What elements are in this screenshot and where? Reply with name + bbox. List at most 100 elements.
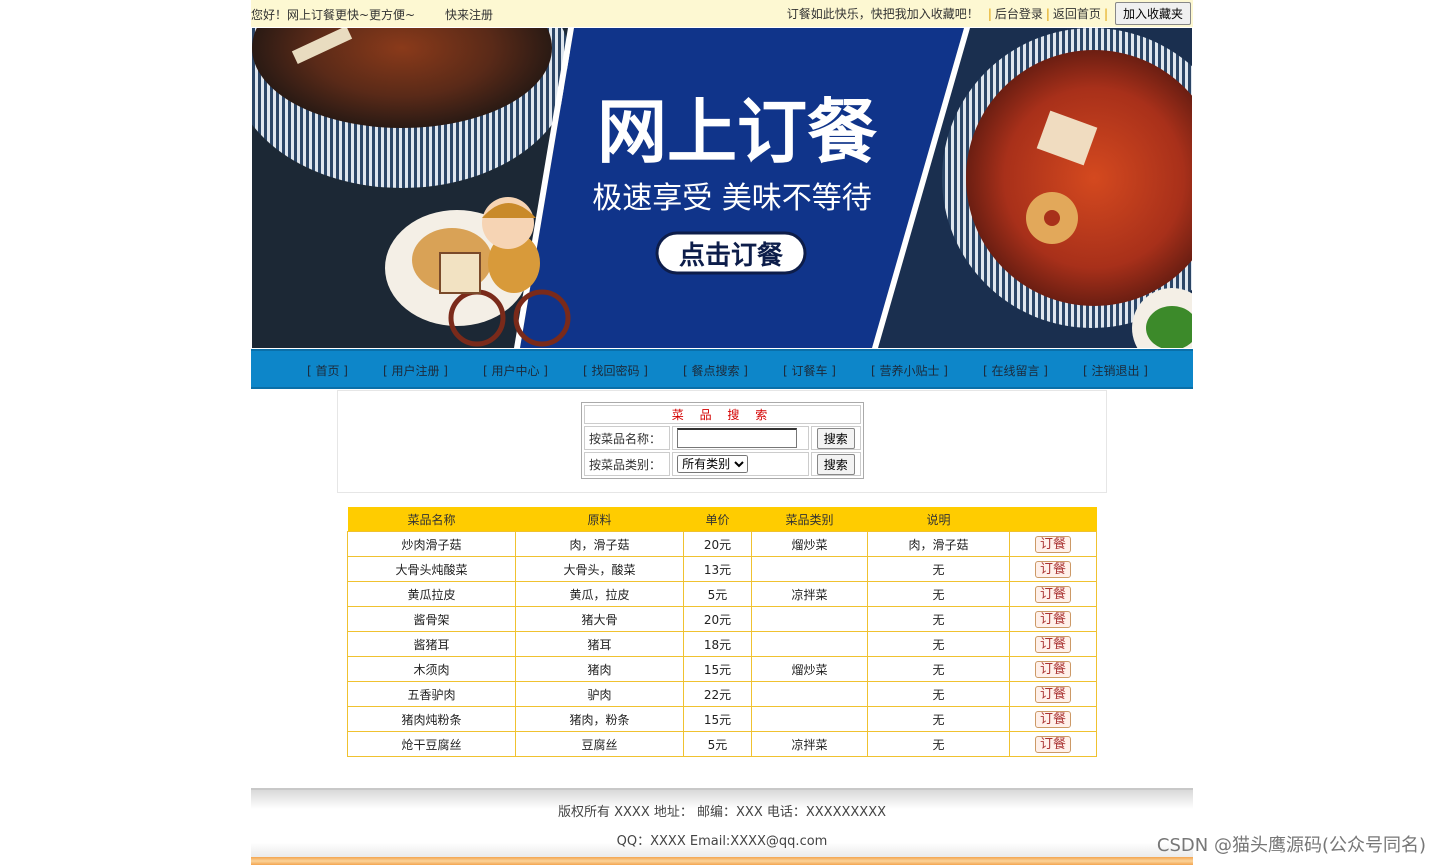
dish-description: 无 [867, 681, 1010, 707]
search-by-category-button[interactable]: 搜索 [816, 453, 855, 475]
footer: 版权所有 XXXX 地址： 邮编：XXX 电话：XXXXXXXXX QQ：XXX… [251, 788, 1193, 865]
order-button[interactable]: 订餐 [1034, 685, 1071, 703]
dish-category [751, 606, 868, 632]
col-category: 菜品类别 [751, 507, 868, 532]
dish-category [751, 706, 868, 732]
table-row: 炒肉滑子菇 肉，滑子菇 20元 熘炒菜 肉，滑子菇 订餐 [347, 531, 1097, 557]
dish-name: 黄瓜拉皮 [347, 581, 516, 607]
search-title: 菜 品 搜 索 [584, 405, 861, 424]
table-row: 酱骨架 猪大骨 20元 无 订餐 [347, 606, 1097, 632]
table-row: 大骨头炖酸菜 大骨头，酸菜 13元 无 订餐 [347, 556, 1097, 582]
category-label: 按菜品类别： [584, 452, 671, 476]
col-name: 菜品名称 [347, 507, 516, 532]
dish-name: 炝干豆腐丝 [347, 731, 516, 757]
order-cell: 订餐 [1009, 556, 1097, 582]
order-cell: 订餐 [1009, 631, 1097, 657]
table-row: 炝干豆腐丝 豆腐丝 5元 凉拌菜无 订餐 [347, 731, 1097, 757]
name-label: 按菜品名称： [584, 426, 671, 450]
banner-image: 网上订餐 极速享受 美味不等待 点击订餐 [252, 28, 1192, 348]
order-button[interactable]: 订餐 [1034, 710, 1071, 728]
dish-description: 无 [867, 631, 1010, 657]
dish-description: 无 [867, 706, 1010, 732]
nav-meal-search[interactable]: [ 餐点搜索 ] [683, 362, 748, 379]
col-ingredients: 原料 [515, 507, 684, 532]
dish-name: 炒肉滑子菇 [347, 531, 516, 557]
col-description: 说明 [867, 507, 1010, 532]
order-cell: 订餐 [1009, 731, 1097, 757]
order-button[interactable]: 订餐 [1034, 660, 1071, 678]
order-button[interactable]: 订餐 [1034, 635, 1071, 653]
dish-category: 凉拌菜 [751, 731, 868, 757]
dish-price: 22元 [683, 681, 752, 707]
nav-cart[interactable]: [ 订餐车 ] [783, 362, 836, 379]
order-button[interactable]: 订餐 [1034, 735, 1071, 753]
dish-category [751, 631, 868, 657]
nav-home[interactable]: [ 首页 ] [307, 362, 348, 379]
dish-description: 肉，滑子菇 [867, 531, 1010, 557]
banner: 网上订餐 极速享受 美味不等待 点击订餐 [252, 28, 1192, 348]
dish-name-input[interactable] [677, 428, 798, 448]
dish-price: 18元 [683, 631, 752, 657]
dish-price: 20元 [683, 606, 752, 632]
dish-category: 凉拌菜 [751, 581, 868, 607]
nav-nutrition-tips[interactable]: [ 营养小贴士 ] [871, 362, 948, 379]
greeting-text: 您好！网上订餐更快~更方便~ [251, 8, 416, 22]
dish-ingredients: 黄瓜，拉皮 [515, 581, 684, 607]
top-bar: 您好！网上订餐更快~更方便~ 快来注册 订餐如此快乐，快把我加入收藏吧！ | 后… [251, 0, 1193, 27]
col-action [1009, 507, 1097, 532]
banner-cta[interactable]: 点击订餐 [679, 240, 784, 271]
order-button[interactable]: 订餐 [1034, 560, 1071, 578]
home-link[interactable]: 返回首页 [1053, 5, 1101, 22]
dish-category: 熘炒菜 [751, 531, 868, 557]
dish-price: 15元 [683, 706, 752, 732]
dish-price: 5元 [683, 731, 752, 757]
dish-ingredients: 驴肉 [515, 681, 684, 707]
register-link[interactable]: 快来注册 [445, 8, 493, 22]
dish-category [751, 556, 868, 582]
nav-user-center[interactable]: [ 用户中心 ] [483, 362, 548, 379]
dish-price: 13元 [683, 556, 752, 582]
order-cell: 订餐 [1009, 706, 1097, 732]
order-button[interactable]: 订餐 [1034, 535, 1071, 553]
order-cell: 订餐 [1009, 606, 1097, 632]
table-row: 黄瓜拉皮 黄瓜，拉皮 5元 凉拌菜无 订餐 [347, 581, 1097, 607]
order-cell: 订餐 [1009, 581, 1097, 607]
dish-ingredients: 猪大骨 [515, 606, 684, 632]
nav-message[interactable]: [ 在线留言 ] [983, 362, 1048, 379]
dish-ingredients: 大骨头，酸菜 [515, 556, 684, 582]
nav-logout[interactable]: [ 注销退出 ] [1083, 362, 1148, 379]
menu-table: 菜品名称 原料 单价 菜品类别 说明 炒肉滑子菇 肉，滑子菇 20元 熘炒菜 肉，滑子菇… [347, 507, 1097, 757]
category-select[interactable]: 所有类别 [677, 455, 749, 473]
nav-register[interactable]: [ 用户注册 ] [383, 362, 448, 379]
search-by-name-button[interactable]: 搜索 [816, 427, 855, 449]
table-row: 五香驴肉 驴肉 22元 无 订餐 [347, 681, 1097, 707]
order-button[interactable]: 订餐 [1034, 585, 1071, 603]
order-cell: 订餐 [1009, 656, 1097, 682]
dish-name: 大骨头炖酸菜 [347, 556, 516, 582]
banner-title: 网上订餐 [597, 91, 877, 173]
dish-category: 熘炒菜 [751, 656, 868, 682]
admin-login-link[interactable]: 后台登录 [995, 5, 1043, 22]
slogan-text: 订餐如此快乐，快把我加入收藏吧！ [786, 7, 979, 21]
order-button[interactable]: 订餐 [1034, 610, 1071, 628]
search-form: 菜 品 搜 索 按菜品名称： 搜索 按菜品类别： 所有类别 搜索 [581, 402, 864, 479]
order-cell: 订餐 [1009, 681, 1097, 707]
divider: | [1045, 6, 1050, 21]
table-row: 猪肉炖粉条 猪肉，粉条 15元 无 订餐 [347, 706, 1097, 732]
add-favorite-button[interactable]: 加入收藏夹 [1114, 2, 1191, 25]
dish-price: 20元 [683, 531, 752, 557]
table-row: 木须肉 猪肉 15元 熘炒菜无 订餐 [347, 656, 1097, 682]
search-panel: 菜 品 搜 索 按菜品名称： 搜索 按菜品类别： 所有类别 搜索 [337, 390, 1107, 493]
dish-ingredients: 猪肉，粉条 [515, 706, 684, 732]
dish-description: 无 [867, 656, 1010, 682]
footer-stripe [251, 857, 1193, 865]
col-price: 单价 [683, 507, 752, 532]
dish-name: 酱骨架 [347, 606, 516, 632]
footer-copyright: 版权所有 XXXX 地址： 邮编：XXX 电话：XXXXXXXXX [557, 805, 887, 820]
dish-ingredients: 豆腐丝 [515, 731, 684, 757]
order-cell: 订餐 [1009, 531, 1097, 557]
dish-description: 无 [867, 606, 1010, 632]
nav-find-password[interactable]: [ 找回密码 ] [583, 362, 648, 379]
dish-name: 酱猪耳 [347, 631, 516, 657]
dish-price: 15元 [683, 656, 752, 682]
